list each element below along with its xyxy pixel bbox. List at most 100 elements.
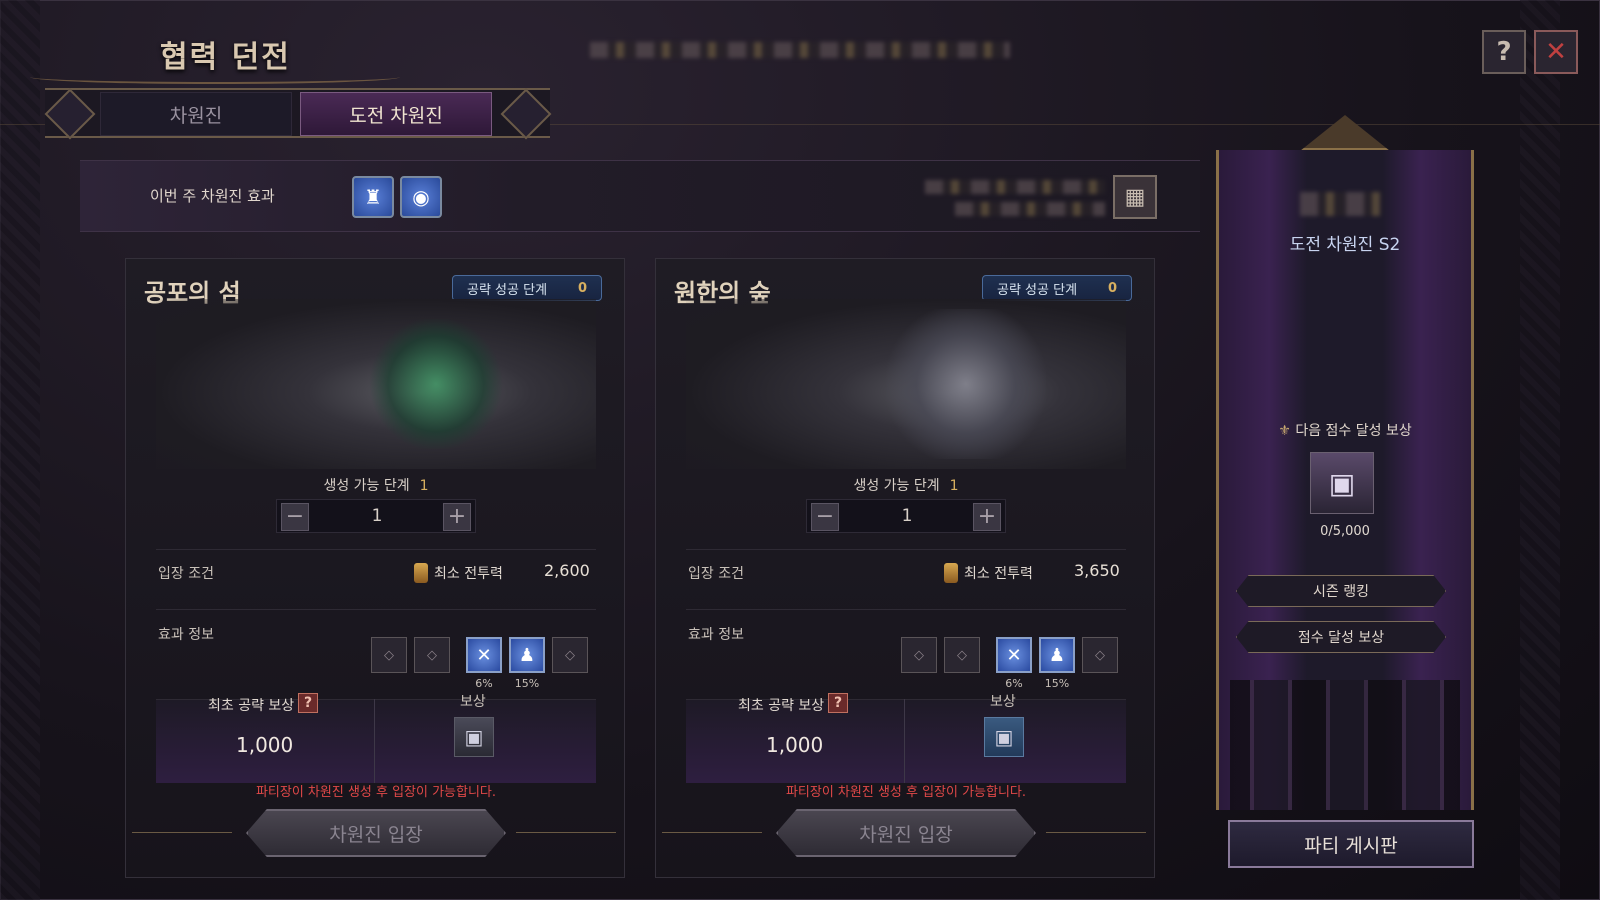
entry-condition-label: 입장 조건 <box>688 566 744 582</box>
blurred-text <box>1300 192 1380 216</box>
locked-buff-icon[interactable]: ◇ <box>944 637 980 673</box>
party-leader-warning: 파티장이 차원진 생성 후 입장이 가능합니다. <box>785 785 1027 800</box>
plus-button[interactable]: + <box>973 503 1001 531</box>
combat-power-icon <box>414 563 428 583</box>
effect-info-label: 효과 정보 <box>158 627 214 643</box>
buff-percent: 6% <box>1005 677 1023 690</box>
divider <box>156 609 596 610</box>
first-clear-reward-value: 1,000 <box>766 733 824 757</box>
shield-wave-effect-icon[interactable]: ◉ <box>400 176 442 218</box>
min-power-value: 2,600 <box>544 561 590 580</box>
question-icon[interactable]: ? <box>828 693 848 713</box>
ornament-line <box>516 832 616 833</box>
minus-icon: − <box>815 504 835 529</box>
buff-percent: 6% <box>475 677 493 690</box>
min-power-label: 최소 전투력 <box>434 566 503 582</box>
stage-success-badge: 공략 성공 단계 0 <box>982 275 1132 301</box>
plus-icon: + <box>447 504 467 529</box>
score-reward-button[interactable]: 점수 달성 보상 <box>1236 621 1446 653</box>
help-book-button[interactable]: ? <box>1482 30 1526 74</box>
minus-button[interactable]: − <box>281 503 309 531</box>
party-board-button[interactable]: 파티 게시판 <box>1228 820 1474 868</box>
enter-dimension-button[interactable]: 차원진 입장 <box>246 809 506 857</box>
close-button[interactable]: ✕ <box>1534 30 1578 74</box>
min-power-label: 최소 전투력 <box>964 566 1033 582</box>
combat-power-icon <box>944 563 958 583</box>
plus-button[interactable]: + <box>443 503 471 531</box>
totem-effect-icon[interactable]: ♜ <box>352 176 394 218</box>
monster-image <box>686 299 1126 469</box>
stage-success-value: 0 <box>1107 280 1117 296</box>
minus-icon: − <box>285 504 305 529</box>
muscle-buff-icon[interactable]: ♟ <box>1039 637 1075 673</box>
blurred-text <box>590 42 1010 58</box>
close-x-icon: ✕ <box>1545 37 1567 67</box>
dungeon-card: 원한의 숲 공략 성공 단계 0 생성 가능 단계 1 − 1 + 입장 조건 최… <box>655 258 1155 878</box>
season-ranking-button[interactable]: 시즌 랭킹 <box>1236 575 1446 607</box>
blurred-date <box>925 180 1105 194</box>
generatable-stage: 생성 가능 단계 1 <box>656 475 1156 495</box>
tab-challenge-dimension[interactable]: 도전 차원진 <box>300 92 492 136</box>
dungeon-card: 공포의 섬 공략 성공 단계 0 생성 가능 단계 1 − 1 + 입장 조건 최… <box>125 258 625 878</box>
stage-success-label: 공략 성공 단계 <box>997 282 1078 298</box>
question-icon[interactable]: ? <box>298 693 318 713</box>
reward-label: 보상 <box>460 694 486 710</box>
reward-chest-icon[interactable]: ▣ <box>984 717 1024 757</box>
generatable-stage-value: 1 <box>419 478 429 494</box>
crossed-swords-buff-icon[interactable]: ✕ <box>466 637 502 673</box>
first-clear-reward-value: 1,000 <box>236 733 294 757</box>
divider <box>686 549 1126 550</box>
generatable-stage-label: 생성 가능 단계 <box>853 478 940 494</box>
locked-buff-icon[interactable]: ◇ <box>414 637 450 673</box>
left-border-pattern <box>0 0 40 900</box>
weekly-effects-label: 이번 주 차원진 효과 <box>150 187 275 205</box>
stage-success-value: 0 <box>577 280 587 296</box>
tab-dimension[interactable]: 차원진 <box>100 92 292 136</box>
locked-buff-icon[interactable]: ◇ <box>552 637 588 673</box>
minus-button[interactable]: − <box>811 503 839 531</box>
generatable-stage-label: 생성 가능 단계 <box>323 478 410 494</box>
buff-percent: 15% <box>1044 677 1070 690</box>
stage-stepper: − 1 + <box>276 499 476 533</box>
stepper-value: 1 <box>371 506 383 526</box>
title-ornament <box>30 70 400 84</box>
min-power-value: 3,650 <box>1074 561 1120 580</box>
book-question-icon: ? <box>1496 37 1512 67</box>
stage-stepper: − 1 + <box>806 499 1006 533</box>
reward-chest-icon[interactable]: ▣ <box>1310 452 1374 514</box>
first-clear-reward-label: 최초 공략 보상 <box>208 698 295 714</box>
enter-dimension-button[interactable]: 차원진 입장 <box>776 809 1036 857</box>
crossed-swords-buff-icon[interactable]: ✕ <box>996 637 1032 673</box>
ornament-line <box>132 832 232 833</box>
banner-tassels <box>1230 680 1460 810</box>
fleur-icon: ⚜ <box>1278 423 1296 439</box>
stage-success-badge: 공략 성공 단계 0 <box>452 275 602 301</box>
generatable-stage: 생성 가능 단계 1 <box>126 475 626 495</box>
plus-icon: + <box>977 504 997 529</box>
generatable-stage-value: 1 <box>949 478 959 494</box>
effect-info-label: 효과 정보 <box>688 627 744 643</box>
divider <box>156 549 596 550</box>
monster-image <box>156 299 596 469</box>
buff-percent: 15% <box>514 677 540 690</box>
stage-success-label: 공략 성공 단계 <box>467 282 548 298</box>
entry-condition-label: 입장 조건 <box>158 566 214 582</box>
next-score-reward-label: ⚜ 다음 점수 달성 보상 <box>1216 420 1474 440</box>
locked-buff-icon[interactable]: ◇ <box>901 637 937 673</box>
right-border-pattern <box>1520 0 1560 900</box>
stepper-value: 1 <box>901 506 913 526</box>
muscle-buff-icon[interactable]: ♟ <box>509 637 545 673</box>
next-score-reward-text: 다음 점수 달성 보상 <box>1295 423 1412 439</box>
first-clear-reward-label: 최초 공략 보상 <box>738 698 825 714</box>
ornament-line <box>662 832 762 833</box>
locked-buff-icon[interactable]: ◇ <box>371 637 407 673</box>
score-progress: 0/5,000 <box>1320 524 1370 539</box>
locked-buff-icon[interactable]: ◇ <box>1082 637 1118 673</box>
reward-chest-icon[interactable]: ▣ <box>454 717 494 757</box>
calendar-icon: ▦ <box>1124 184 1146 210</box>
reward-label: 보상 <box>990 694 1016 710</box>
blurred-date <box>955 202 1105 216</box>
calendar-button[interactable]: ▦ <box>1113 175 1157 219</box>
reward-divider <box>904 699 905 783</box>
divider <box>686 609 1126 610</box>
